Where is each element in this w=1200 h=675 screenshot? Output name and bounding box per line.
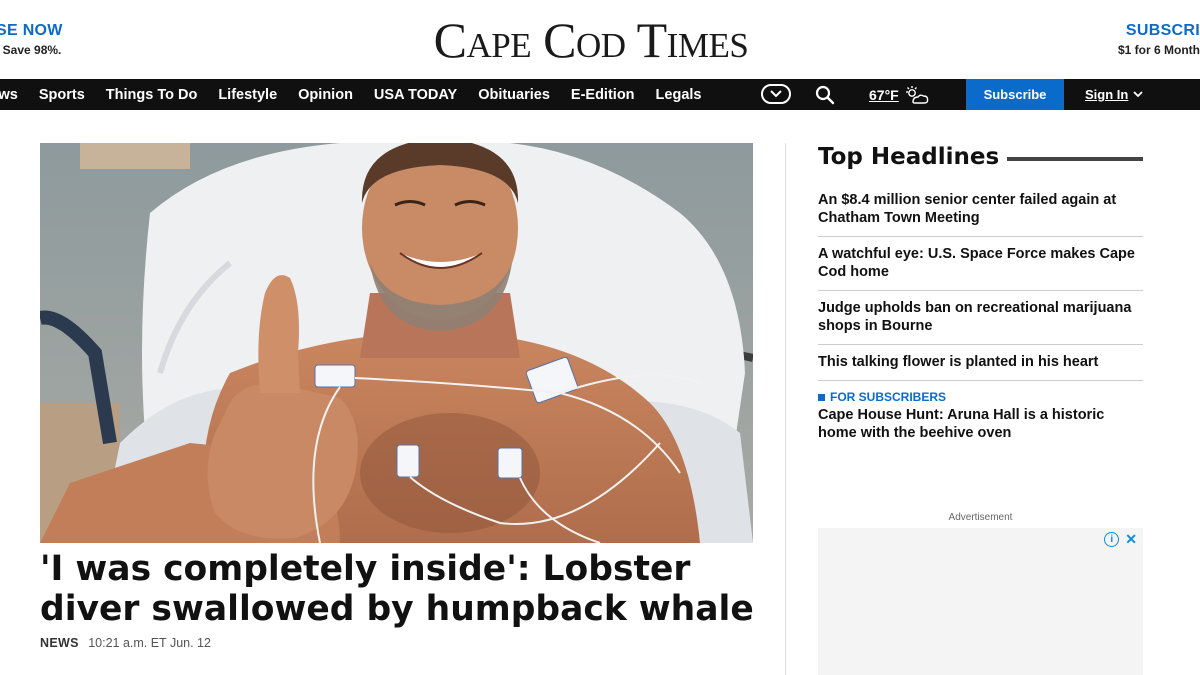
- masthead: SE NOW . Save 98%. Cape Cod Times SUBSCR…: [0, 0, 1200, 78]
- nav-item-usa-today[interactable]: USA TODAY: [363, 87, 467, 103]
- subscribe-promo-left[interactable]: SE NOW . Save 98%.: [0, 22, 63, 57]
- nav-item-opinion[interactable]: Opinion: [288, 87, 364, 103]
- headline-item[interactable]: A watchful eye: U.S. Space Force makes C…: [818, 237, 1143, 291]
- lead-headline[interactable]: 'I was completely inside': Lobster diver…: [40, 549, 760, 629]
- promo-right-sub: $1 for 6 Month: [1117, 43, 1200, 57]
- advertisement-label: Advertisement: [948, 512, 1013, 523]
- headline-item[interactable]: Judge upholds ban on recreational mariju…: [818, 291, 1143, 345]
- more-menu-button[interactable]: [761, 84, 791, 104]
- headline-text[interactable]: This talking flower is planted in his he…: [818, 353, 1143, 371]
- chevron-down-icon: [770, 90, 782, 98]
- subscriber-tag-label: FOR SUBSCRIBERS: [830, 390, 947, 404]
- weather-temp: 67°F: [869, 87, 899, 103]
- headline-text[interactable]: Judge upholds ban on recreational mariju…: [818, 299, 1143, 335]
- sign-in-button[interactable]: Sign In: [1085, 79, 1143, 110]
- headline-item[interactable]: An $8.4 million senior center failed aga…: [818, 183, 1143, 237]
- timestamp: 10:21 a.m. ET Jun. 12: [88, 636, 211, 650]
- search-button[interactable]: [814, 84, 836, 106]
- promo-left-sub: . Save 98%.: [0, 43, 62, 57]
- section-label[interactable]: NEWS: [40, 636, 79, 650]
- rail-title: Top Headlines: [818, 144, 1000, 170]
- close-icon[interactable]: ✕: [1125, 531, 1137, 548]
- lead-story-photo[interactable]: [40, 143, 753, 543]
- top-headlines-header: Top Headlines: [818, 144, 1143, 170]
- lead-photo-illustration: [40, 143, 753, 543]
- nav-item-sports[interactable]: Sports: [28, 87, 95, 103]
- subscriber-headline-item[interactable]: FOR SUBSCRIBERS Cape House Hunt: Aruna H…: [818, 381, 1143, 451]
- nav-items: ws Sports Things To Do Lifestyle Opinion…: [0, 79, 712, 110]
- headline-text[interactable]: A watchful eye: U.S. Space Force makes C…: [818, 245, 1143, 281]
- lead-byline: NEWS 10:21 a.m. ET Jun. 12: [40, 636, 211, 650]
- search-icon: [815, 85, 835, 105]
- promo-right-cta[interactable]: SUBSCRI: [1118, 22, 1200, 40]
- site-logo[interactable]: Cape Cod Times: [394, 10, 788, 70]
- nav-item-lifestyle[interactable]: Lifestyle: [208, 87, 288, 103]
- nav-item-obituaries[interactable]: Obituaries: [468, 87, 561, 103]
- weather-widget[interactable]: 67°F: [869, 85, 930, 105]
- square-bullet-icon: [818, 393, 825, 401]
- title-rule: [1007, 157, 1143, 161]
- subscribe-button[interactable]: Subscribe: [966, 79, 1064, 110]
- partly-cloudy-night-icon: [905, 86, 928, 104]
- top-headlines-list: An $8.4 million senior center failed aga…: [818, 183, 1143, 451]
- subscribe-promo-right[interactable]: SUBSCRI $1 for 6 Month: [1118, 22, 1200, 57]
- main-nav: ws Sports Things To Do Lifestyle Opinion…: [0, 79, 1200, 110]
- column-divider: [785, 143, 786, 675]
- nav-item-e-edition[interactable]: E-Edition: [560, 87, 645, 103]
- headline-item[interactable]: This talking flower is planted in his he…: [818, 345, 1143, 381]
- sign-in-label: Sign In: [1085, 87, 1129, 102]
- headline-text[interactable]: Cape House Hunt: Aruna Hall is a histori…: [818, 406, 1143, 442]
- headline-text[interactable]: An $8.4 million senior center failed aga…: [818, 191, 1143, 227]
- promo-left-cta[interactable]: SE NOW: [0, 22, 63, 40]
- ad-info-icon[interactable]: i: [1104, 532, 1120, 547]
- advertisement-slot[interactable]: i ✕: [818, 528, 1143, 675]
- nav-item-things-to-do[interactable]: Things To Do: [95, 87, 208, 103]
- nav-item-legals[interactable]: Legals: [645, 87, 712, 103]
- subscriber-badge: FOR SUBSCRIBERS: [818, 390, 1143, 404]
- chevron-down-icon: [1133, 91, 1143, 98]
- ad-controls: i ✕: [1104, 531, 1137, 548]
- nav-item-news[interactable]: ws: [0, 87, 28, 103]
